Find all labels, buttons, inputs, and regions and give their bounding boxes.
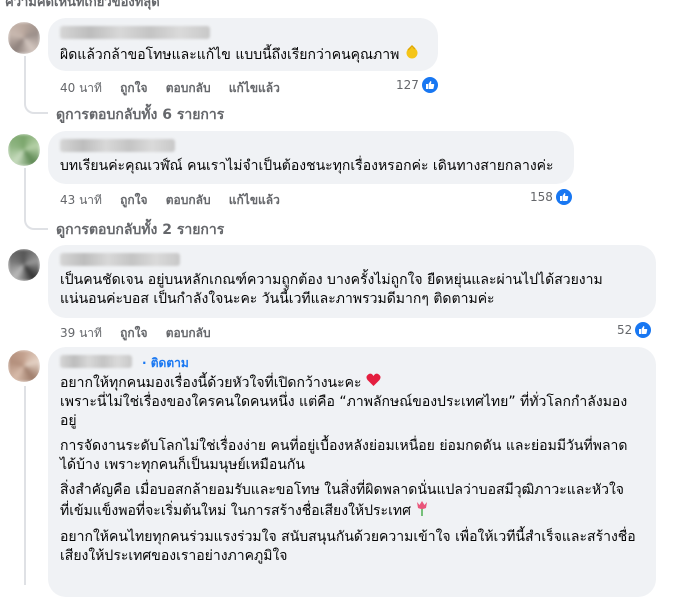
reaction-count[interactable]: 127 bbox=[396, 77, 438, 93]
author-name-redacted[interactable] bbox=[60, 139, 175, 152]
comment-text: เป็นคนชัดเจน อยู่บนหลักเกณฑ์ความถูกต้อง … bbox=[60, 272, 603, 307]
comment-bubble: · ติดตาม อยากให้ทุกคนมองเรื่องนี้ด้วยหัว… bbox=[48, 347, 656, 597]
follow-link[interactable]: · ติดตาม bbox=[142, 354, 189, 373]
paragraph: อยากให้คนไทยทุกคนร่วมแรงร่วมใจ สนับสนุนก… bbox=[60, 529, 636, 564]
author-name-redacted[interactable] bbox=[60, 355, 132, 368]
comment-actions: 43 นาที ถูกใจ ตอบกลับ แก้ไขแล้ว bbox=[60, 191, 294, 210]
edited-label: แก้ไขแล้ว bbox=[228, 193, 280, 207]
paragraph: อยากให้ทุกคนมองเรื่องนี้ด้วยหัวใจที่เปิด… bbox=[60, 373, 628, 429]
reaction-count[interactable]: 158 bbox=[530, 189, 572, 205]
like-icon bbox=[555, 189, 572, 205]
author-name-redacted[interactable] bbox=[60, 253, 180, 266]
like-button[interactable]: ถูกใจ bbox=[120, 326, 147, 340]
like-button[interactable]: ถูกใจ bbox=[120, 193, 147, 207]
avatar[interactable] bbox=[8, 22, 40, 54]
like-icon bbox=[635, 322, 652, 338]
comment-text: อยากให้ทุกคนมองเรื่องนี้ด้วยหัวใจที่เปิด… bbox=[60, 373, 644, 566]
like-icon bbox=[421, 77, 438, 93]
reply-button[interactable]: ตอบกลับ bbox=[166, 326, 211, 340]
comment-text: บทเรียนค่ะคุณเวฬ์ณ์ คนเราไม่จำเป็นต้องชน… bbox=[60, 158, 554, 174]
red-heart-emoji bbox=[366, 373, 381, 393]
timestamp[interactable]: 40 นาที bbox=[60, 81, 102, 95]
reply-thread-line bbox=[24, 56, 48, 114]
comment-actions: 40 นาที ถูกใจ ตอบกลับ แก้ไขแล้ว bbox=[60, 79, 294, 98]
tulip-emoji bbox=[415, 500, 429, 522]
section-header-cut: ความคิดเห็นที่เกี่ยวข้องที่สุด bbox=[5, 0, 160, 10]
comment-bubble: บทเรียนค่ะคุณเวฬ์ณ์ คนเราไม่จำเป็นต้องชน… bbox=[48, 131, 574, 184]
avatar[interactable] bbox=[8, 350, 40, 382]
timestamp[interactable]: 43 นาที bbox=[60, 193, 102, 207]
clapping-hands-emoji bbox=[404, 44, 420, 66]
view-replies-link[interactable]: ดูการตอบกลับทั้ง 6 รายการ bbox=[56, 104, 224, 126]
comment-bubble: ผิดแล้วกล้าขอโทษและแก้ไข แบบนี้ถึงเรียกว… bbox=[48, 18, 438, 71]
comment-bubble: เป็นคนชัดเจน อยู่บนหลักเกณฑ์ความถูกต้อง … bbox=[48, 245, 656, 318]
edited-label: แก้ไขแล้ว bbox=[228, 81, 280, 95]
reply-button[interactable]: ตอบกลับ bbox=[166, 81, 211, 95]
reply-thread-line bbox=[24, 168, 48, 230]
like-button[interactable]: ถูกใจ bbox=[120, 81, 147, 95]
comment-actions: 39 นาที ถูกใจ ตอบกลับ bbox=[60, 324, 225, 343]
comment-text: ผิดแล้วกล้าขอโทษและแก้ไข แบบนี้ถึงเรียกว… bbox=[60, 44, 426, 66]
avatar[interactable] bbox=[8, 134, 40, 166]
avatar[interactable] bbox=[8, 249, 40, 281]
reply-thread-line bbox=[24, 386, 26, 585]
reaction-count[interactable]: 52 bbox=[617, 322, 652, 338]
paragraph: การจัดงานระดับโลกไม่ใช่เรื่องง่าย คนที่อ… bbox=[60, 438, 628, 473]
timestamp[interactable]: 39 นาที bbox=[60, 326, 102, 340]
paragraph: สิ่งสำคัญคือ เมื่อบอสกล้ายอมรับและขอโทษ … bbox=[60, 481, 644, 522]
view-replies-link[interactable]: ดูการตอบกลับทั้ง 2 รายการ bbox=[56, 219, 224, 241]
reply-button[interactable]: ตอบกลับ bbox=[166, 193, 211, 207]
author-name-redacted[interactable] bbox=[60, 26, 210, 39]
